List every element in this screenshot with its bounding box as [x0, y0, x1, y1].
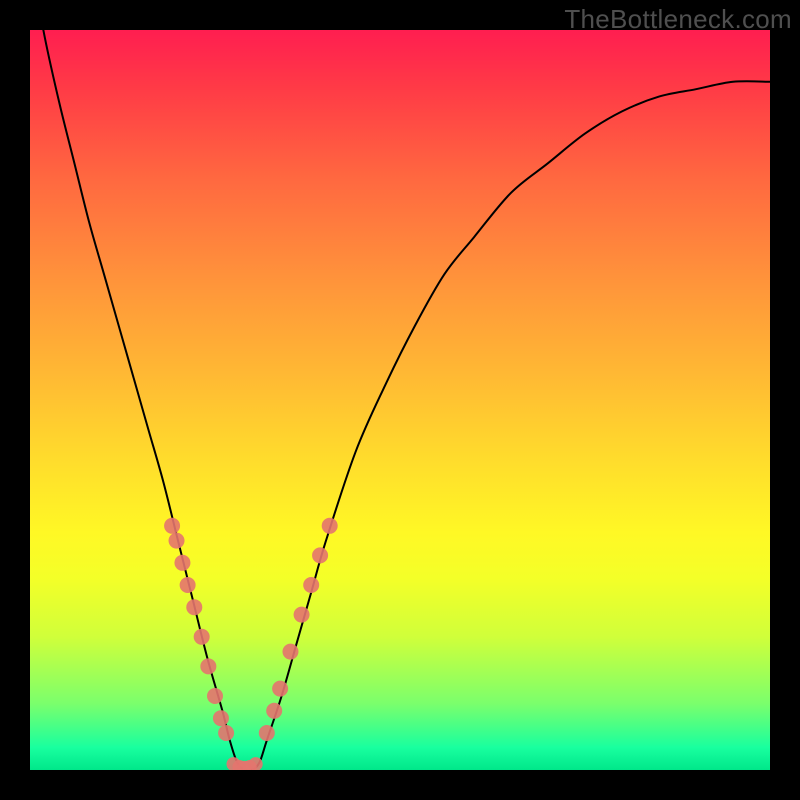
curve-marker [272, 681, 288, 697]
curve-marker [174, 555, 190, 571]
curve-marker [194, 629, 210, 645]
curve-marker [200, 658, 216, 674]
curve-marker [303, 577, 319, 593]
curve-marker [180, 577, 196, 593]
curve-marker [186, 599, 202, 615]
curve-marker [259, 725, 275, 741]
curve-marker [213, 710, 229, 726]
curve-marker [266, 703, 282, 719]
curve-marker [169, 533, 185, 549]
bottleneck-curve [30, 30, 770, 770]
curve-marker [207, 688, 223, 704]
curve-marker [294, 607, 310, 623]
curve-marker [322, 518, 338, 534]
curve-svg [30, 30, 770, 770]
plot-area [30, 30, 770, 770]
curve-markers [164, 518, 338, 770]
chart-frame: TheBottleneck.com [0, 0, 800, 800]
curve-marker [218, 725, 234, 741]
curve-marker [282, 644, 298, 660]
curve-marker [312, 547, 328, 563]
curve-marker [164, 518, 180, 534]
